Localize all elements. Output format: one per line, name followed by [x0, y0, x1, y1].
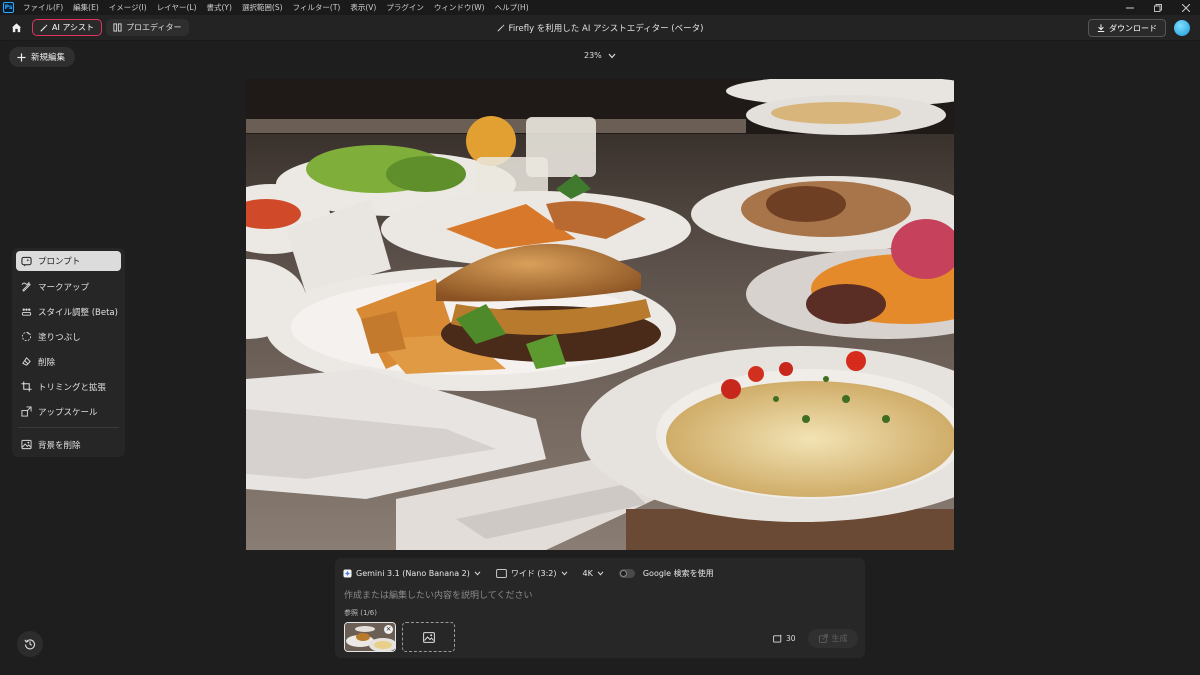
- google-search-toggle-group: Google 検索を使用: [618, 568, 714, 579]
- generate-button[interactable]: 生成: [808, 629, 858, 648]
- page-title-text: Firefly を利用した AI アシストエディター (ベータ): [508, 24, 704, 34]
- menu-file[interactable]: ファイル(F): [18, 2, 68, 13]
- generate-label: 生成: [831, 634, 848, 643]
- crop-icon: [21, 381, 32, 392]
- menu-edit[interactable]: 編集(E): [68, 2, 104, 13]
- new-edit-label: 新規編集: [31, 53, 66, 63]
- fill-icon: [21, 331, 32, 342]
- tool-panel: プロンプト マークアップ スタイル調整 (Beta) 塗りつぶし 削除 トリミン…: [12, 248, 125, 457]
- tool-remove-background[interactable]: 背景を削除: [16, 432, 121, 457]
- pro-editor-label: プロエディター: [126, 23, 182, 32]
- prompt-icon: [21, 256, 32, 267]
- google-search-toggle[interactable]: [618, 568, 635, 578]
- tool-prompt-label: プロンプト: [38, 257, 81, 267]
- tool-divider: [18, 427, 119, 428]
- home-button[interactable]: [6, 18, 26, 38]
- credits-icon: [773, 634, 783, 643]
- tool-markup[interactable]: マークアップ: [16, 274, 121, 299]
- magic-wand-icon: [40, 23, 48, 32]
- menu-view[interactable]: 表示(V): [345, 2, 381, 13]
- download-button[interactable]: ダウンロード: [1088, 19, 1166, 37]
- download-icon: [1097, 24, 1105, 32]
- window-controls: [1116, 0, 1200, 15]
- canvas-image[interactable]: [246, 79, 954, 550]
- tool-remove-background-label: 背景を削除: [38, 440, 81, 451]
- tool-upscale[interactable]: アップスケール: [16, 399, 121, 424]
- menu-select[interactable]: 選択範囲(S): [237, 2, 288, 13]
- aspect-ratio-icon: [496, 568, 507, 578]
- tool-upscale-label: アップスケール: [38, 407, 98, 418]
- download-label: ダウンロード: [1109, 23, 1157, 33]
- model-selector[interactable]: Gemini 3.1 (Nano Banana 2): [343, 569, 481, 578]
- chevron-down-icon: [561, 571, 567, 576]
- menu-help[interactable]: ヘルプ(H): [490, 2, 534, 13]
- tool-markup-label: マークアップ: [38, 282, 90, 293]
- tool-crop-label: トリミングと拡張: [38, 382, 107, 393]
- plus-icon: [17, 52, 26, 62]
- remove-icon: [22, 357, 31, 366]
- prompt-panel: Gemini 3.1 (Nano Banana 2) ワイド (3:2) 4K …: [335, 558, 865, 658]
- menu-type[interactable]: 書式(Y): [202, 2, 237, 13]
- resolution-label: 4K: [582, 568, 593, 578]
- restore-icon[interactable]: [1144, 0, 1172, 15]
- avatar[interactable]: [1174, 20, 1190, 36]
- menu-plugins[interactable]: プラグイン: [381, 2, 429, 13]
- chevron-down-icon: [474, 571, 481, 576]
- aspect-ratio-label: ワイド (3:2): [510, 568, 557, 578]
- model-label: Gemini 3.1 (Nano Banana 2): [356, 568, 470, 578]
- style-icon: [21, 308, 32, 316]
- credits-indicator: 30: [773, 634, 796, 643]
- upscale-icon: [21, 406, 32, 417]
- reference-thumbnail[interactable]: ×: [344, 622, 396, 652]
- top-toolbar: AI アシスト プロエディター Firefly を利用した AI アシストエディ…: [0, 15, 1200, 41]
- minimize-icon[interactable]: [1116, 0, 1144, 15]
- aspect-ratio-selector[interactable]: ワイド (3:2): [496, 568, 568, 579]
- remove-reference-icon[interactable]: ×: [384, 625, 393, 634]
- generate-icon: [818, 634, 828, 643]
- tool-style[interactable]: スタイル調整 (Beta): [16, 299, 121, 324]
- remove-background-icon: [21, 439, 32, 450]
- new-edit-button[interactable]: 新規編集: [9, 47, 76, 67]
- sparkle-wand-icon: [497, 24, 505, 32]
- photoshop-logo-icon: Ps: [3, 2, 14, 13]
- tool-style-label: スタイル調整 (Beta): [38, 307, 118, 318]
- tool-fill-label: 塗りつぶし: [38, 332, 81, 343]
- prompt-input[interactable]: [344, 589, 844, 603]
- chevron-down-icon: [597, 571, 604, 576]
- tool-remove-label: 削除: [38, 357, 56, 368]
- google-search-label: Google 検索を使用: [642, 568, 714, 578]
- image-add-icon: [422, 631, 435, 643]
- history-button[interactable]: [17, 631, 43, 657]
- history-icon: [24, 639, 36, 650]
- home-icon: [11, 23, 21, 33]
- tool-prompt[interactable]: プロンプト: [16, 251, 121, 271]
- zoom-level: 23%: [584, 51, 602, 60]
- menu-filter[interactable]: フィルター(T): [288, 2, 346, 13]
- chevron-down-icon: [608, 53, 616, 58]
- menu-image[interactable]: イメージ(I): [104, 2, 152, 13]
- menu-layer[interactable]: レイヤー(L): [152, 2, 202, 13]
- zoom-control[interactable]: 23%: [584, 51, 616, 60]
- prompt-options-row: Gemini 3.1 (Nano Banana 2) ワイド (3:2) 4K …: [343, 565, 724, 581]
- reference-label: 参照 (1/6): [344, 609, 377, 617]
- close-icon[interactable]: [1172, 0, 1200, 15]
- markup-icon: [21, 281, 31, 292]
- tool-remove[interactable]: 削除: [16, 349, 121, 374]
- menu-window[interactable]: ウィンドウ(W): [429, 2, 490, 13]
- ai-assist-label: AI アシスト: [52, 23, 95, 32]
- credits-count: 30: [786, 634, 796, 643]
- pro-editor-button[interactable]: プロエディター: [106, 19, 189, 36]
- food-photo: [246, 79, 954, 550]
- add-reference-button[interactable]: [402, 622, 455, 652]
- ai-assist-button[interactable]: AI アシスト: [32, 19, 103, 36]
- resolution-selector[interactable]: 4K: [583, 569, 604, 578]
- menu-bar: Ps ファイル(F) 編集(E) イメージ(I) レイヤー(L) 書式(Y) 選…: [0, 0, 1200, 15]
- gemini-icon: [343, 568, 352, 578]
- sliders-icon: [113, 23, 122, 32]
- tool-fill[interactable]: 塗りつぶし: [16, 324, 121, 349]
- tool-crop[interactable]: トリミングと拡張: [16, 374, 121, 399]
